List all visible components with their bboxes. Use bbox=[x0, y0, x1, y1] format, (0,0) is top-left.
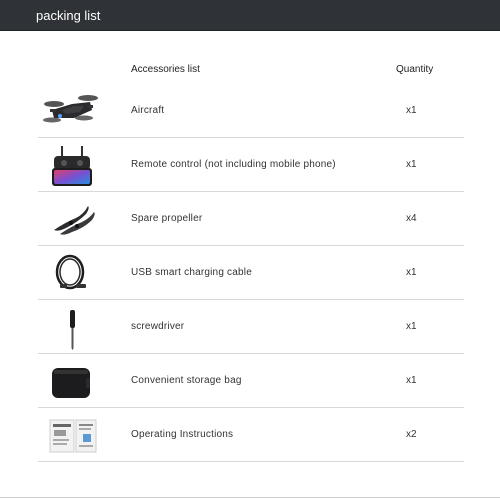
list-item: Operating Instructions x2 bbox=[38, 408, 464, 462]
row-divider bbox=[38, 461, 464, 462]
list-item: screwdriver x1 bbox=[38, 300, 464, 354]
column-header-quantity: Quantity bbox=[396, 64, 434, 75]
item-label: Operating Instructions bbox=[131, 429, 234, 440]
item-quantity: x2 bbox=[406, 429, 417, 440]
list-item: Remote control (not including mobile pho… bbox=[38, 138, 464, 192]
manual-icon bbox=[49, 419, 97, 453]
propeller-icon bbox=[54, 206, 95, 235]
list-item: Convenient storage bag x1 bbox=[38, 354, 464, 408]
drone-icon bbox=[43, 95, 98, 123]
list-item: USB smart charging cable x1 bbox=[38, 246, 464, 300]
item-quantity: x1 bbox=[406, 105, 417, 116]
item-label: Remote control (not including mobile pho… bbox=[131, 159, 336, 170]
item-quantity: x1 bbox=[406, 321, 417, 332]
screwdriver-icon bbox=[70, 310, 75, 350]
item-quantity: x1 bbox=[406, 159, 417, 170]
usb-cable-icon bbox=[55, 254, 86, 290]
item-label: USB smart charging cable bbox=[131, 267, 252, 278]
item-quantity: x1 bbox=[406, 267, 417, 278]
list-item: Spare propeller x4 bbox=[38, 192, 464, 246]
storage-bag-icon bbox=[52, 368, 90, 398]
item-quantity: x1 bbox=[406, 375, 417, 386]
remote-control-icon bbox=[52, 146, 92, 186]
list-item: Aircraft x1 bbox=[38, 84, 464, 138]
item-label: Aircraft bbox=[131, 105, 165, 116]
header-bar: packing list bbox=[0, 0, 500, 31]
page-title: packing list bbox=[36, 8, 101, 23]
item-quantity: x4 bbox=[406, 213, 417, 224]
item-label: Convenient storage bag bbox=[131, 375, 242, 386]
item-label: Spare propeller bbox=[131, 213, 203, 224]
item-label: screwdriver bbox=[131, 321, 185, 332]
bottom-divider bbox=[0, 497, 500, 498]
column-header-accessories: Accessories list bbox=[131, 64, 200, 75]
